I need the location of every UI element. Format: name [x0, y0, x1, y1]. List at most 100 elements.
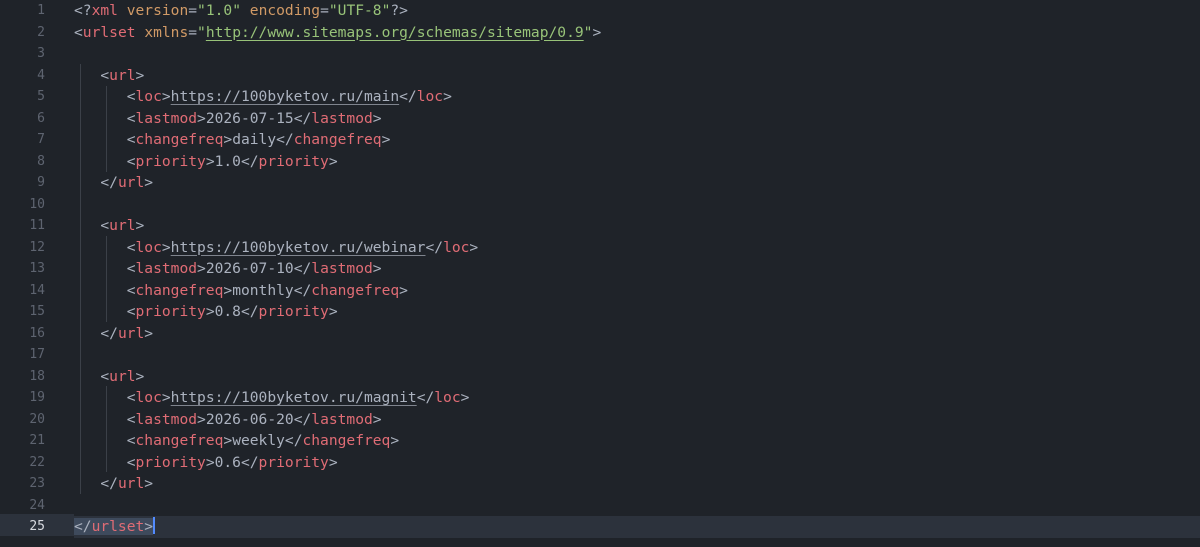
tag-name: loc: [443, 238, 470, 256]
tag-name: lastmod: [311, 410, 373, 428]
code-token: </: [293, 260, 312, 277]
tag-name: priority: [258, 453, 329, 471]
loc-value: https://100byketov.ru/webinar: [170, 238, 426, 256]
attr-name: xmlns: [144, 23, 189, 41]
tag-name: lastmod: [311, 109, 373, 127]
code-token: </: [293, 109, 312, 127]
code-token: >: [197, 260, 206, 277]
tag-name: url: [117, 324, 145, 342]
code-token: >: [144, 174, 154, 191]
changefreq-value: daily: [232, 131, 277, 148]
code-token: >: [223, 281, 233, 299]
code-line[interactable]: <url>: [74, 215, 1200, 237]
code-token: <: [74, 23, 83, 41]
tag-name: priority: [135, 152, 206, 170]
code-line[interactable]: </url>: [74, 172, 1200, 194]
code-line[interactable]: <lastmod>2026-07-10</lastmod>: [74, 258, 1200, 280]
tag-name: lastmod: [135, 410, 198, 428]
tag-name: changefreq: [135, 432, 224, 449]
code-line[interactable]: </url>: [74, 323, 1200, 345]
line-number: 16: [29, 325, 45, 341]
tag-name: priority: [258, 303, 329, 320]
code-line[interactable]: <loc>https://100byketov.ru/webinar</loc>: [74, 237, 1200, 259]
tag-name: changefreq: [293, 131, 382, 148]
priority-value: 0.6: [214, 453, 241, 471]
line-number: 25: [29, 519, 45, 534]
code-token: >: [372, 260, 382, 277]
code-token: </: [240, 453, 259, 471]
code-token: </: [240, 152, 259, 170]
line-number: 1: [37, 3, 45, 18]
code-token: >: [161, 238, 171, 256]
line-number: 7: [37, 132, 45, 147]
selected-token: </: [74, 518, 92, 535]
code-line[interactable]: <url>: [74, 65, 1200, 87]
code-token: >: [592, 23, 602, 41]
tag-name: priority: [258, 152, 329, 170]
tag-name: loc: [416, 88, 444, 105]
code-token: <: [126, 303, 136, 320]
code-token: >: [205, 453, 215, 471]
code-token: <: [100, 367, 110, 385]
code-token: <: [126, 152, 136, 170]
code-line[interactable]: </urlset>: [74, 516, 1200, 538]
code-line[interactable]: <priority>1.0</priority>: [74, 151, 1200, 173]
attr-value: "1.0": [197, 2, 241, 19]
tag-name: loc: [434, 389, 461, 406]
tag-name: url: [117, 174, 145, 191]
code-token: </: [416, 389, 435, 406]
line-number: 15: [29, 304, 45, 319]
code-token: >: [144, 324, 154, 342]
tag-name: changefreq: [135, 131, 224, 148]
priority-value: 0.8: [214, 303, 241, 320]
code-line[interactable]: <priority>0.8</priority>: [74, 301, 1200, 323]
code-token: >: [135, 217, 145, 234]
code-token: >: [460, 389, 470, 406]
code-token: ": [197, 23, 206, 41]
code-token: >: [469, 238, 479, 256]
code-line[interactable]: <urlset xmlns="http://www.sitemaps.org/s…: [74, 22, 1200, 44]
code-line[interactable]: <loc>https://100byketov.ru/main</loc>: [74, 86, 1200, 108]
code-line[interactable]: <url>: [74, 366, 1200, 388]
lastmod-value: 2026-07-10: [205, 260, 294, 277]
code-line[interactable]: <changefreq>weekly</changefreq>: [74, 430, 1200, 452]
tag-name: changefreq: [135, 281, 224, 299]
code-line[interactable]: </url>: [74, 473, 1200, 495]
line-number: 20: [29, 411, 45, 427]
line-number: 13: [29, 261, 45, 276]
code-token: >: [135, 367, 145, 385]
code-token: >: [161, 88, 171, 105]
code-line[interactable]: <lastmod>2026-07-15</lastmod>: [74, 108, 1200, 130]
code-token: <: [126, 389, 136, 406]
line-number: 17: [29, 347, 45, 362]
code-line[interactable]: <changefreq>daily</changefreq>: [74, 129, 1200, 151]
tag-name: changefreq: [302, 432, 391, 449]
code-line[interactable]: <?xml version="1.0" encoding="UTF-8"?>: [74, 0, 1200, 22]
code-line[interactable]: <changefreq>monthly</changefreq>: [74, 280, 1200, 302]
code-area[interactable]: <?xml version="1.0" encoding="UTF-8"?> <u…: [74, 0, 1200, 547]
code-editor[interactable]: 1 2 3 4 5 6 7 8 9 10 11 12 13 14 15 16 17 18 19 20 21 22 23 24 2…: [0, 0, 1200, 547]
tag-name: url: [117, 475, 145, 492]
lastmod-value: 2026-07-15: [205, 109, 294, 127]
line-number: 4: [37, 67, 45, 83]
changefreq-value: weekly: [232, 432, 285, 449]
code-token: >: [205, 303, 215, 320]
text-cursor: [153, 517, 156, 534]
code-line[interactable]: <lastmod>2026-06-20</lastmod>: [74, 409, 1200, 431]
code-token: >: [328, 453, 338, 471]
code-token: </: [399, 88, 417, 105]
code-line[interactable]: <loc>https://100byketov.ru/magnit</loc>: [74, 387, 1200, 409]
xml-decl-open: <?: [74, 2, 92, 19]
tag-name: url: [109, 217, 136, 234]
line-number: 10: [29, 196, 45, 212]
code-line[interactable]: <priority>0.6</priority>: [74, 452, 1200, 474]
code-token: >: [372, 410, 382, 428]
